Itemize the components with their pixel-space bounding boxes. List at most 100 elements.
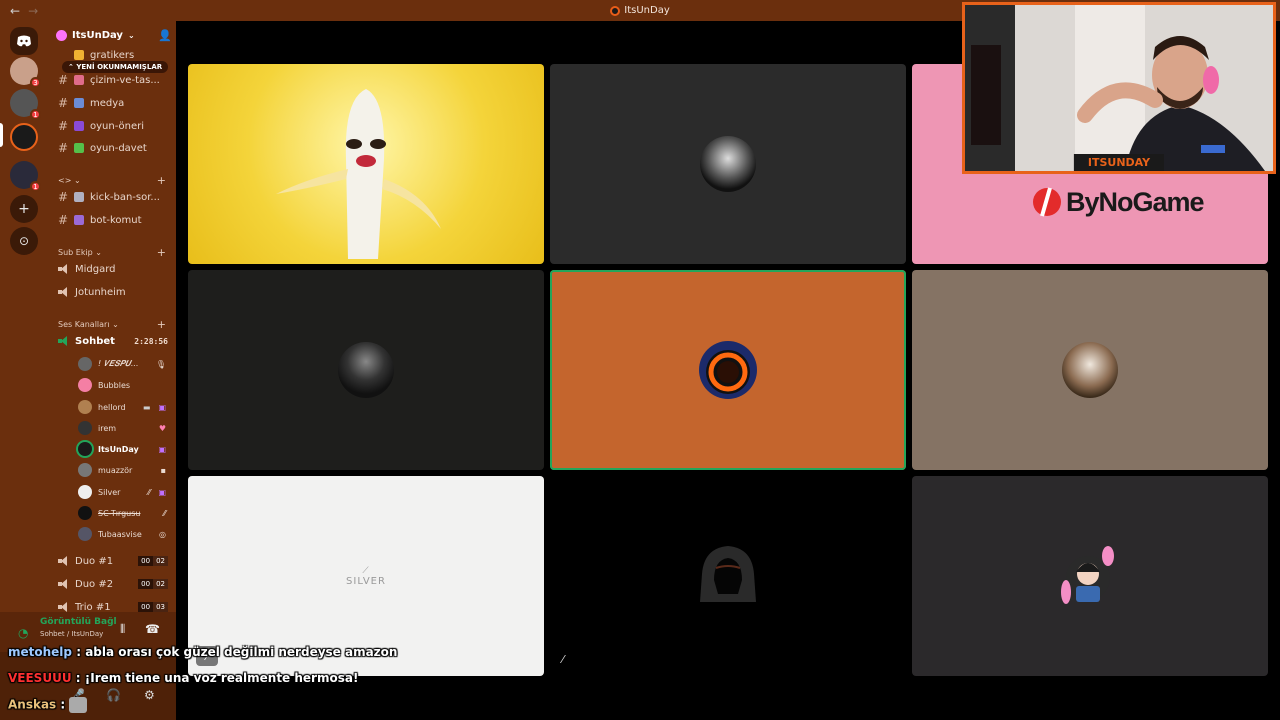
voice-user[interactable]: Bubbles bbox=[78, 376, 166, 394]
avatar bbox=[78, 442, 92, 456]
avatar bbox=[78, 485, 92, 499]
app-logo-icon bbox=[610, 5, 621, 16]
avatar bbox=[1061, 546, 1114, 604]
forward-arrow-icon[interactable]: → bbox=[28, 4, 38, 18]
add-channel-icon[interactable]: + bbox=[157, 174, 166, 187]
channel-item[interactable]: # oyun-davet bbox=[58, 139, 170, 157]
avatar bbox=[78, 421, 92, 435]
hash-icon: # bbox=[58, 141, 69, 155]
user-limit-badge: 00 03 bbox=[138, 602, 168, 612]
voice-user[interactable]: muazzör ▪ bbox=[78, 461, 166, 479]
chat-message: metohelp : abla orası çok güzel değilmi … bbox=[8, 645, 398, 659]
voice-channel-item[interactable]: Duo #1 00 02 bbox=[58, 552, 168, 570]
headphones-icon[interactable]: 🎧 bbox=[106, 688, 121, 702]
avatar bbox=[1062, 342, 1118, 398]
server-icon-1[interactable]: 3 bbox=[10, 57, 41, 88]
avatar bbox=[78, 506, 92, 520]
silver-logo: ⟋ SILVER bbox=[346, 565, 386, 587]
badge-icon: ▪ bbox=[160, 465, 166, 475]
voice-user-self[interactable]: ItsUnDay ▣ bbox=[78, 440, 166, 458]
voice-channel-item[interactable]: Duo #2 00 02 bbox=[58, 575, 168, 593]
heart-icon: ♥ bbox=[158, 423, 166, 433]
avatar bbox=[78, 400, 92, 414]
server-icon-2[interactable]: 1 bbox=[10, 89, 41, 120]
avatar bbox=[700, 136, 756, 192]
gear-icon[interactable]: ⚙ bbox=[144, 688, 155, 702]
user-limit-badge: 00 02 bbox=[138, 556, 168, 566]
hash-icon: # bbox=[58, 213, 69, 227]
webcam-image bbox=[965, 5, 1273, 171]
noise-suppression-icon[interactable]: ⦀ bbox=[120, 622, 125, 637]
disconnect-icon[interactable]: ☎ bbox=[145, 622, 160, 636]
speaker-icon bbox=[58, 579, 69, 589]
hash-icon: # bbox=[58, 190, 69, 204]
add-channel-icon[interactable]: + bbox=[157, 318, 166, 331]
server-icon-4[interactable]: 1 bbox=[10, 161, 41, 192]
mute-icon: ⁄⁄ bbox=[163, 508, 166, 518]
channel-emoji-icon bbox=[74, 192, 84, 202]
voice-channel-item[interactable]: Midgard bbox=[58, 260, 168, 278]
avatar bbox=[699, 341, 757, 399]
voice-user[interactable]: hellord ▬ ▣ bbox=[78, 398, 166, 416]
voice-user[interactable]: irem ♥ bbox=[78, 419, 166, 437]
channel-item[interactable]: # oyun-öneri bbox=[58, 117, 170, 135]
video-tile[interactable] bbox=[550, 64, 906, 264]
video-tile[interactable] bbox=[912, 476, 1268, 676]
new-unreads-badge[interactable]: ⌃ YENİ OKUNMAMIŞLAR bbox=[62, 61, 169, 73]
connection-channel: Sohbet / ItsUnDay bbox=[40, 630, 104, 638]
voice-user[interactable]: ! 𝑽𝑬𝑺𝑷𝑼... 🎙 bbox=[78, 355, 166, 373]
video-tile[interactable] bbox=[912, 270, 1268, 470]
speaker-icon bbox=[58, 287, 69, 297]
video-tile[interactable] bbox=[188, 64, 544, 264]
speaker-icon bbox=[58, 264, 69, 274]
chat-message: Anskas : bbox=[8, 697, 88, 713]
video-icon: ▬ bbox=[142, 402, 151, 412]
category-header[interactable]: Sub Ekip ⌄ + bbox=[58, 246, 166, 259]
avatar bbox=[338, 342, 394, 398]
avatar bbox=[78, 527, 92, 541]
chevron-down-icon: ⌄ bbox=[127, 31, 135, 40]
badge-icon: ◎ bbox=[159, 529, 166, 539]
channel-item[interactable]: # kick-ban-sor... bbox=[58, 188, 170, 206]
stream-icon: ▣ bbox=[158, 487, 166, 497]
add-server-icon[interactable]: + bbox=[10, 195, 38, 223]
video-tile[interactable] bbox=[188, 270, 544, 470]
voice-user[interactable]: Tubaasvise ◎ bbox=[78, 525, 166, 543]
add-channel-icon[interactable]: + bbox=[157, 246, 166, 259]
channel-emoji-icon bbox=[74, 121, 84, 131]
discord-home-icon[interactable] bbox=[10, 27, 38, 55]
speaker-icon bbox=[58, 336, 69, 346]
avatar bbox=[700, 546, 756, 602]
invite-people-icon[interactable]: 👤 bbox=[158, 29, 172, 42]
streamer-webcam: ITSUNDAY bbox=[962, 2, 1276, 174]
avatar bbox=[78, 463, 92, 477]
voice-user[interactable]: Silver ⁄⁄ ▣ bbox=[78, 483, 166, 501]
connection-status: Görüntülü Bağl bbox=[40, 617, 117, 627]
speaker-icon bbox=[58, 556, 69, 566]
voice-user[interactable]: SC-Tırgusu ⁄⁄ bbox=[78, 504, 166, 522]
hash-icon: # bbox=[58, 96, 69, 110]
call-timer: 2:28:56 bbox=[134, 336, 168, 346]
mute-icon: ⁄⁄ bbox=[147, 487, 151, 497]
channel-item[interactable]: gratikers bbox=[58, 49, 170, 61]
channel-item[interactable]: # bot-komut bbox=[58, 211, 170, 229]
explore-icon[interactable]: ⊙ bbox=[10, 227, 38, 255]
signal-icon[interactable]: ◔ bbox=[18, 626, 28, 640]
voice-channel-item[interactable]: Jotunheim bbox=[58, 283, 168, 301]
mic-icon: 🎙 bbox=[155, 359, 166, 369]
back-arrow-icon[interactable]: ← bbox=[10, 4, 20, 18]
video-tile[interactable]: ⁄ bbox=[550, 476, 906, 676]
channel-emoji-icon bbox=[74, 50, 84, 60]
category-header[interactable]: Ses Kanalları ⌄ + bbox=[58, 318, 166, 331]
hash-icon: # bbox=[58, 73, 69, 87]
server-header[interactable]: ItsUnDay ⌄ 👤 bbox=[56, 29, 172, 42]
channel-item[interactable]: # çizim-ve-tas... bbox=[58, 71, 170, 89]
avatar bbox=[78, 357, 92, 371]
voice-channel-active[interactable]: Sohbet 2:28:56 bbox=[58, 332, 168, 350]
channel-item[interactable]: # medya bbox=[58, 94, 170, 112]
video-tile-speaking[interactable] bbox=[550, 270, 906, 470]
server-icon-itsunday[interactable] bbox=[10, 123, 38, 151]
category-header[interactable]: <> ⌄ + bbox=[58, 174, 166, 187]
dancing-banana-image bbox=[276, 89, 441, 259]
webcam-name-label: ITSUNDAY bbox=[1073, 154, 1165, 171]
